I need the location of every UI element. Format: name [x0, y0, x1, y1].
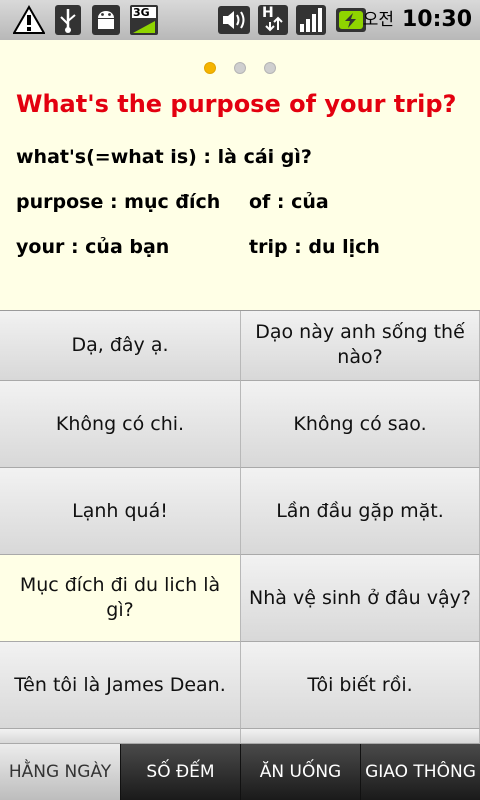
phrase-text: Dạo này anh sống thế nào? [255, 321, 465, 368]
usb-icon [52, 4, 84, 36]
phrase-text: Nhà vệ sinh ở đâu vậy? [249, 586, 471, 609]
phrase-text: Không có chi. [55, 412, 185, 435]
clock-ampm: 오전 [362, 10, 394, 30]
phrase-text: Không có sao. [293, 412, 427, 435]
phrase-text: Tên tôi là James Dean. [14, 673, 226, 696]
status-bar: 3G H 오전 10:30 [0, 0, 480, 41]
phrase-cell-partial[interactable] [241, 729, 480, 744]
phrase-cell[interactable]: Không có sao. [241, 381, 480, 468]
tab-so-dem[interactable]: SỐ ĐẾM [121, 744, 241, 800]
pager-dots [0, 62, 480, 76]
vocab-item: purpose : mục đích [16, 191, 221, 213]
network-type-label: 3G [133, 6, 150, 19]
english-sentence: What's the purpose of your trip? [16, 90, 457, 118]
data-type-label: H [262, 5, 274, 21]
phrase-cell[interactable]: Tên tôi là James Dean. [0, 642, 241, 729]
clock-time: 10:30 [401, 7, 472, 32]
phrase-cell[interactable]: Lạnh quá! [0, 468, 241, 555]
phrase-cell[interactable]: Không có chi. [0, 381, 241, 468]
volume-icon [216, 4, 252, 36]
phrase-text: Lạnh quá! [72, 499, 168, 522]
phrase-cell[interactable]: Lần đầu gặp mặt. [241, 468, 480, 555]
phrase-text: Dạ, đây ạ. [71, 333, 169, 356]
tab-an-uong[interactable]: ĂN UỐNG [241, 744, 361, 800]
sentence-card[interactable]: What's the purpose of your trip? what's(… [0, 40, 480, 311]
phrase-cell-selected[interactable]: Mục đích đi du lich là gì? [0, 555, 241, 642]
pager-dot-2[interactable] [234, 62, 246, 74]
vocab-item: trip : du lịch [249, 236, 380, 258]
phrase-cell[interactable]: Dạo này anh sống thế nào? [241, 310, 480, 381]
tab-hang-ngay[interactable]: HẰNG NGÀY [0, 744, 121, 800]
warning-icon [12, 4, 46, 36]
signal-strength-icon [294, 4, 328, 36]
phrase-cell[interactable]: Tôi biết rồi. [241, 642, 480, 729]
phrase-text: Lần đầu gặp mặt. [276, 499, 444, 522]
phrase-text: Tôi biết rồi. [307, 673, 413, 696]
phrase-cell-partial[interactable] [0, 729, 241, 744]
data-transfer-icon: H [256, 4, 290, 36]
phrase-text: Mục đích đi du lich là gì? [19, 574, 221, 621]
phrase-cell[interactable]: Nhà vệ sinh ở đâu vậy? [241, 555, 480, 642]
tab-giao-thong[interactable]: GIAO THÔNG [361, 744, 480, 800]
phrase-cell[interactable]: Dạ, đây ạ. [0, 310, 241, 381]
pager-dot-3[interactable] [264, 62, 276, 74]
vocab-item: of : của [249, 191, 329, 213]
vocab-item: your : của bạn [16, 236, 170, 258]
vocab-item: what's(=what is) : là cái gì? [16, 146, 312, 168]
category-tab-bar: HẰNG NGÀY SỐ ĐẾM ĂN UỐNG GIAO THÔNG [0, 744, 480, 800]
phrase-grid: Dạ, đây ạ. Dạo này anh sống thế nào? Khô… [0, 310, 480, 744]
pager-dot-1[interactable] [204, 62, 216, 74]
network-3g-icon: 3G [128, 4, 160, 36]
android-debug-icon [90, 4, 122, 36]
